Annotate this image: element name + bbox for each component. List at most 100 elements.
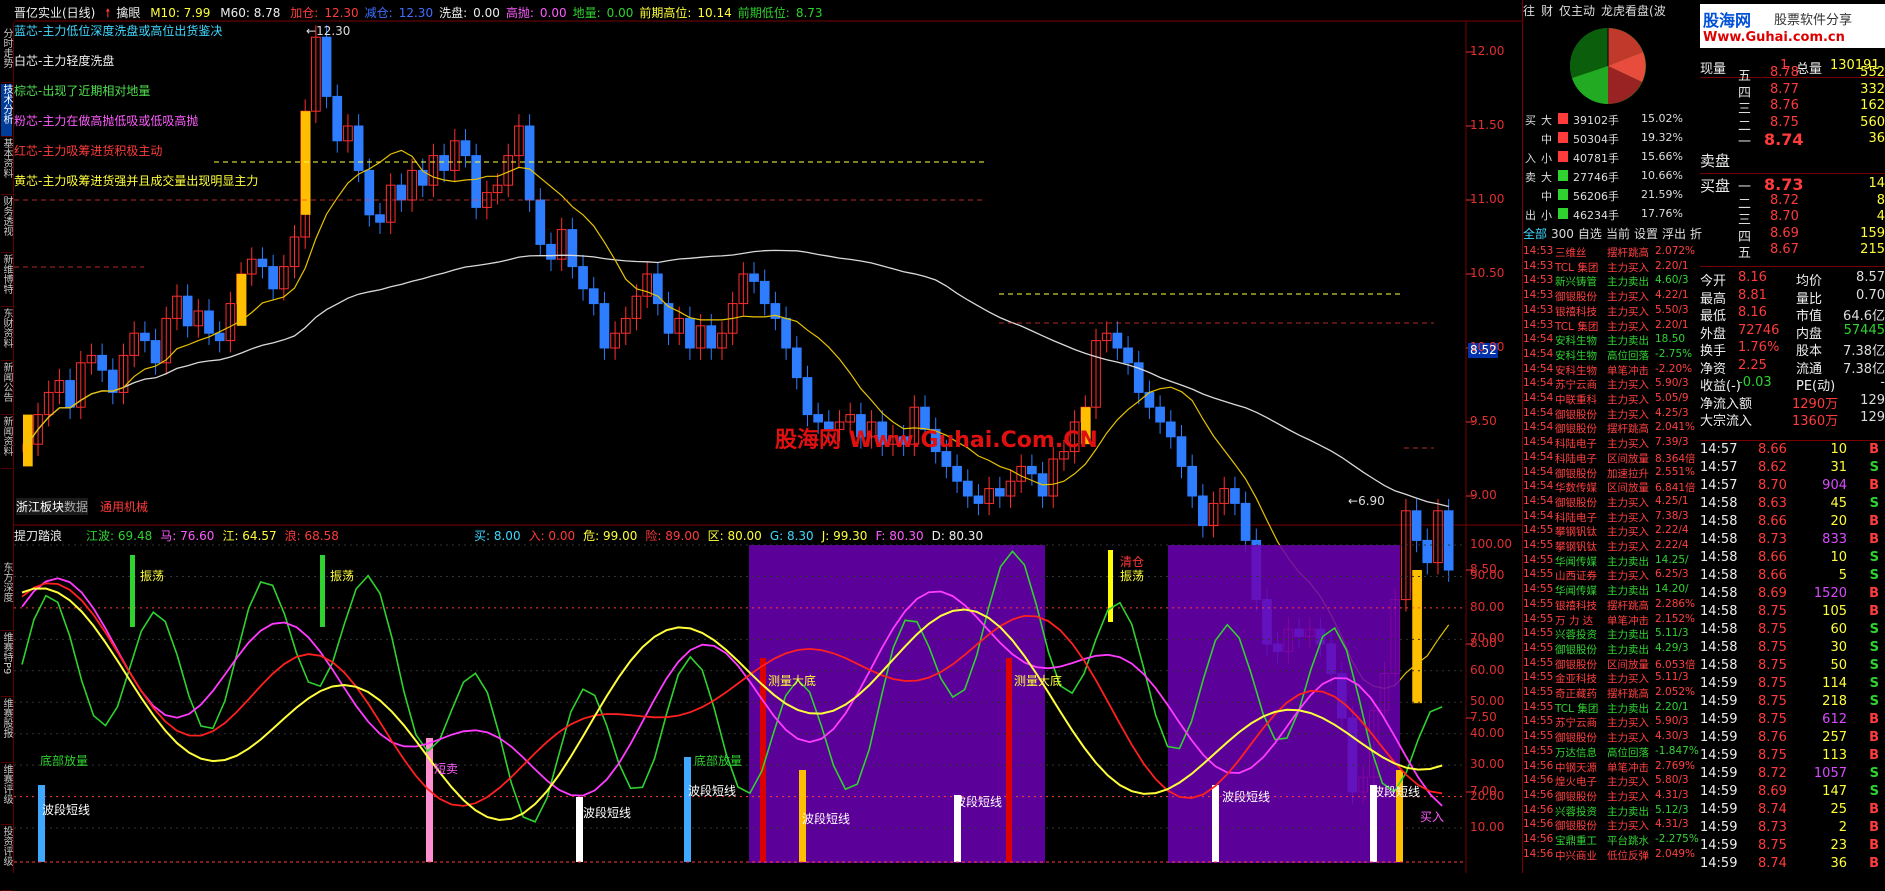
tab-jiben[interactable]: 基本资料 bbox=[1, 138, 12, 195]
book-row[interactable]: 五 8.78 552 bbox=[1700, 65, 1885, 84]
sector-tag-2[interactable]: 通用机械 bbox=[100, 498, 148, 515]
news-row[interactable]: 14:54 安科生物 高位回落 -2.75% bbox=[1523, 348, 1701, 363]
news-time: 14:56 bbox=[1523, 833, 1554, 845]
news-row[interactable]: 14:54 华数传媒 区间放量 6.841倍 bbox=[1523, 480, 1701, 495]
news-row[interactable]: 14:56 兴蓉投资 主力卖出 5.12/3 bbox=[1523, 804, 1701, 819]
news-row[interactable]: 14:55 TCL 集团 主力卖出 2.20/1 bbox=[1523, 701, 1701, 716]
tab-weizhi[interactable]: 维赛股报 bbox=[1, 698, 12, 763]
news-value: 4.29/3 bbox=[1655, 641, 1689, 654]
tab-tousu[interactable]: 投资评级 bbox=[1, 826, 12, 891]
news-row[interactable]: 14:53 银禧科技 主力买入 5.50/3 bbox=[1523, 304, 1701, 319]
news-row[interactable]: 14:55 御银股份 主力卖出 4.29/3 bbox=[1523, 642, 1701, 657]
news-row[interactable]: 14:55 万 力 达单笔冲击 2.152% bbox=[1523, 613, 1701, 628]
filter-tab-2[interactable]: 自选 bbox=[1578, 227, 1602, 241]
news-row[interactable]: 14:54 苏宁云商 主力买入 5.90/3 bbox=[1523, 377, 1701, 392]
news-value: 4.31/3 bbox=[1655, 818, 1689, 831]
news-event: 摆杆跳高 bbox=[1607, 599, 1649, 612]
news-row[interactable]: 14:54 科陆电子 主力买入 7.38/3 bbox=[1523, 510, 1701, 525]
filter-tab-5[interactable]: 浮出 bbox=[1662, 227, 1686, 241]
candle-body bbox=[1443, 510, 1454, 571]
tab-caiwu[interactable]: 财务透视 bbox=[1, 196, 12, 253]
tick-volume: 23 bbox=[1830, 838, 1847, 853]
news-row[interactable]: 14:53 TCL 集团 主力买入 2.20/1 bbox=[1523, 260, 1701, 275]
tick-price: 8.74 bbox=[1758, 802, 1787, 817]
news-row[interactable]: 14:53 三维丝 摆杆跳高 2.072% bbox=[1523, 245, 1701, 260]
news-row[interactable]: 14:55 华闻传媒 主力卖出 14.20/ bbox=[1523, 583, 1701, 598]
news-stock: 安科生物 bbox=[1555, 364, 1597, 377]
tick-time: 14:58 bbox=[1700, 622, 1738, 637]
book-row[interactable]: 四 8.69 159 bbox=[1700, 226, 1885, 245]
news-row[interactable]: 14:53 TCL 集团 主力买入 2.20/1 bbox=[1523, 319, 1701, 334]
news-row[interactable]: 14:54 科陆电子 区间放量 8.364倍 bbox=[1523, 451, 1701, 466]
stat-label-2: 量比 bbox=[1796, 291, 1823, 307]
tab-xinwen2[interactable]: 新闻资料 bbox=[1, 416, 12, 469]
tick-side: S bbox=[1869, 622, 1879, 637]
news-row[interactable]: 14:54 科陆电子 主力买入 7.39/3 bbox=[1523, 436, 1701, 451]
book-row[interactable]: 一 8.74 36 bbox=[1700, 130, 1885, 150]
news-row[interactable]: 14:56 御银股份 主力买入 4.31/3 bbox=[1523, 818, 1701, 833]
osc-ytick: 80.00 bbox=[1470, 599, 1505, 614]
filter-tab-4[interactable]: 设置 bbox=[1634, 227, 1658, 241]
tick-time: 14:59 bbox=[1700, 820, 1738, 835]
news-row[interactable]: 14:55 山西证券 主力买入 6.25/3 bbox=[1523, 568, 1701, 583]
book-row[interactable]: 三 8.76 162 bbox=[1700, 98, 1885, 117]
book-row[interactable]: 五 8.67 215 bbox=[1700, 242, 1885, 261]
filter-tab-0[interactable]: 全部 bbox=[1523, 227, 1547, 241]
news-row[interactable]: 14:55 攀钢钒钛 主力买入 2.22/4 bbox=[1523, 539, 1701, 554]
osc-value-0: 江波: 69.48 bbox=[86, 529, 153, 543]
news-row[interactable]: 14:55 奇正藏药 摆杆跳高 2.052% bbox=[1523, 686, 1701, 701]
yellow-signal-bar bbox=[300, 111, 311, 215]
flow-side: 出 bbox=[1525, 209, 1536, 222]
sector-tag-1[interactable]: 浙江板块数据 bbox=[16, 498, 89, 515]
news-row[interactable]: 14:54 中联重科 主力买入 5.05/9 bbox=[1523, 392, 1701, 407]
news-row[interactable]: 14:56 宝鼎重工 平台跳水 -2.275% bbox=[1523, 833, 1701, 848]
tick-volume: 218 bbox=[1822, 694, 1847, 709]
book-row[interactable]: 一 8.73 14 bbox=[1700, 175, 1885, 195]
tab-weipingji[interactable]: 维赛评级 bbox=[1, 764, 12, 825]
news-row[interactable]: 14:54 御银股份 主力买入 4.25/3 bbox=[1523, 407, 1701, 422]
news-row[interactable]: 14:55 银禧科技 摆杆跳高 2.286% bbox=[1523, 598, 1701, 613]
tab-fenshi[interactable]: 分时走势 bbox=[1, 28, 12, 83]
candle-body bbox=[1155, 406, 1165, 423]
right-tab-0[interactable]: 往 bbox=[1523, 4, 1535, 18]
news-row[interactable]: 14:55 苏宁云商 主力买入 5.90/3 bbox=[1523, 715, 1701, 730]
filter-tab-1[interactable]: 300 bbox=[1551, 227, 1574, 241]
right-tab-2[interactable]: 仅主动 bbox=[1559, 4, 1595, 18]
tab-jishu[interactable]: 技术分析 bbox=[1, 84, 12, 137]
news-row[interactable]: 14:55 攀钢钒钛 主力买入 2.22/4 bbox=[1523, 524, 1701, 539]
legend-red: 红芯-主力吸筹进货积极主动 bbox=[14, 144, 163, 158]
news-row[interactable]: 14:53 御银股份 主力买入 4.22/1 bbox=[1523, 289, 1701, 304]
tab-weipan[interactable]: 维赛特P9 bbox=[1, 632, 12, 697]
tab-donghua[interactable]: 东方深度 bbox=[1, 562, 12, 631]
news-row[interactable]: 14:55 御银股份 主力买入 4.30/3 bbox=[1523, 730, 1701, 745]
news-value: 14.20/ bbox=[1655, 583, 1689, 596]
news-row[interactable]: 14:54 安科生物 单笔冲击 -2.20% bbox=[1523, 363, 1701, 378]
filter-tab-3[interactable]: 当前 bbox=[1606, 227, 1630, 241]
news-row[interactable]: 14:55 御银股份 区间放量 6.053倍 bbox=[1523, 657, 1701, 672]
news-row[interactable]: 14:56 煌火电子 主力买入 5.80/3 bbox=[1523, 774, 1701, 789]
book-row[interactable]: 二 8.72 8 bbox=[1700, 193, 1885, 212]
news-row[interactable]: 14:54 御银股份 加速拉升 2.551% bbox=[1523, 466, 1701, 481]
news-time: 14:54 bbox=[1523, 509, 1554, 522]
news-row[interactable]: 14:56 中钢天源 单笔冲击 2.769% bbox=[1523, 760, 1701, 775]
news-event: 平台跳水 bbox=[1607, 835, 1649, 847]
tab-dongfang[interactable]: 东财资料 bbox=[1, 308, 12, 361]
right-tab-3[interactable]: 龙虎看盘(波 bbox=[1601, 4, 1666, 18]
news-row[interactable]: 14:55 金亚科技 主力买入 5.11/3 bbox=[1523, 671, 1701, 686]
news-row[interactable]: 14:53 新兴铸管 主力卖出 4.60/3 bbox=[1523, 274, 1701, 289]
tab-xinwei[interactable]: 新维博特 bbox=[1, 254, 12, 307]
stat-row: 净资 2.25 流通 7.38亿 bbox=[1700, 358, 1885, 377]
book-row[interactable]: 三 8.70 4 bbox=[1700, 209, 1885, 228]
news-row[interactable]: 14:56 御银股份 主力买入 4.31/3 bbox=[1523, 789, 1701, 804]
news-row[interactable]: 14:55 兴蓉投资 主力卖出 5.11/3 bbox=[1523, 627, 1701, 642]
news-row[interactable]: 14:55 万达信息 高位回落 -1.847% bbox=[1523, 745, 1701, 760]
news-row[interactable]: 14:55 华闻传媒 主力卖出 14.25/ bbox=[1523, 554, 1701, 569]
news-row[interactable]: 14:54 御银股份 摆杆跳高 2.041% bbox=[1523, 421, 1701, 436]
book-row[interactable]: 四 8.77 332 bbox=[1700, 82, 1885, 101]
right-tab-1[interactable]: 财 bbox=[1541, 4, 1553, 18]
news-row[interactable]: 14:54 御银股份 主力买入 4.25/1 bbox=[1523, 495, 1701, 510]
sep-line-3 bbox=[1700, 266, 1885, 267]
news-row[interactable]: 14:56 中兴商业 低位反弹 2.049% bbox=[1523, 848, 1701, 863]
tab-xinwen[interactable]: 新闻公告 bbox=[1, 362, 12, 415]
news-row[interactable]: 14:54 安科生物 主力卖出 18.50 bbox=[1523, 333, 1701, 348]
